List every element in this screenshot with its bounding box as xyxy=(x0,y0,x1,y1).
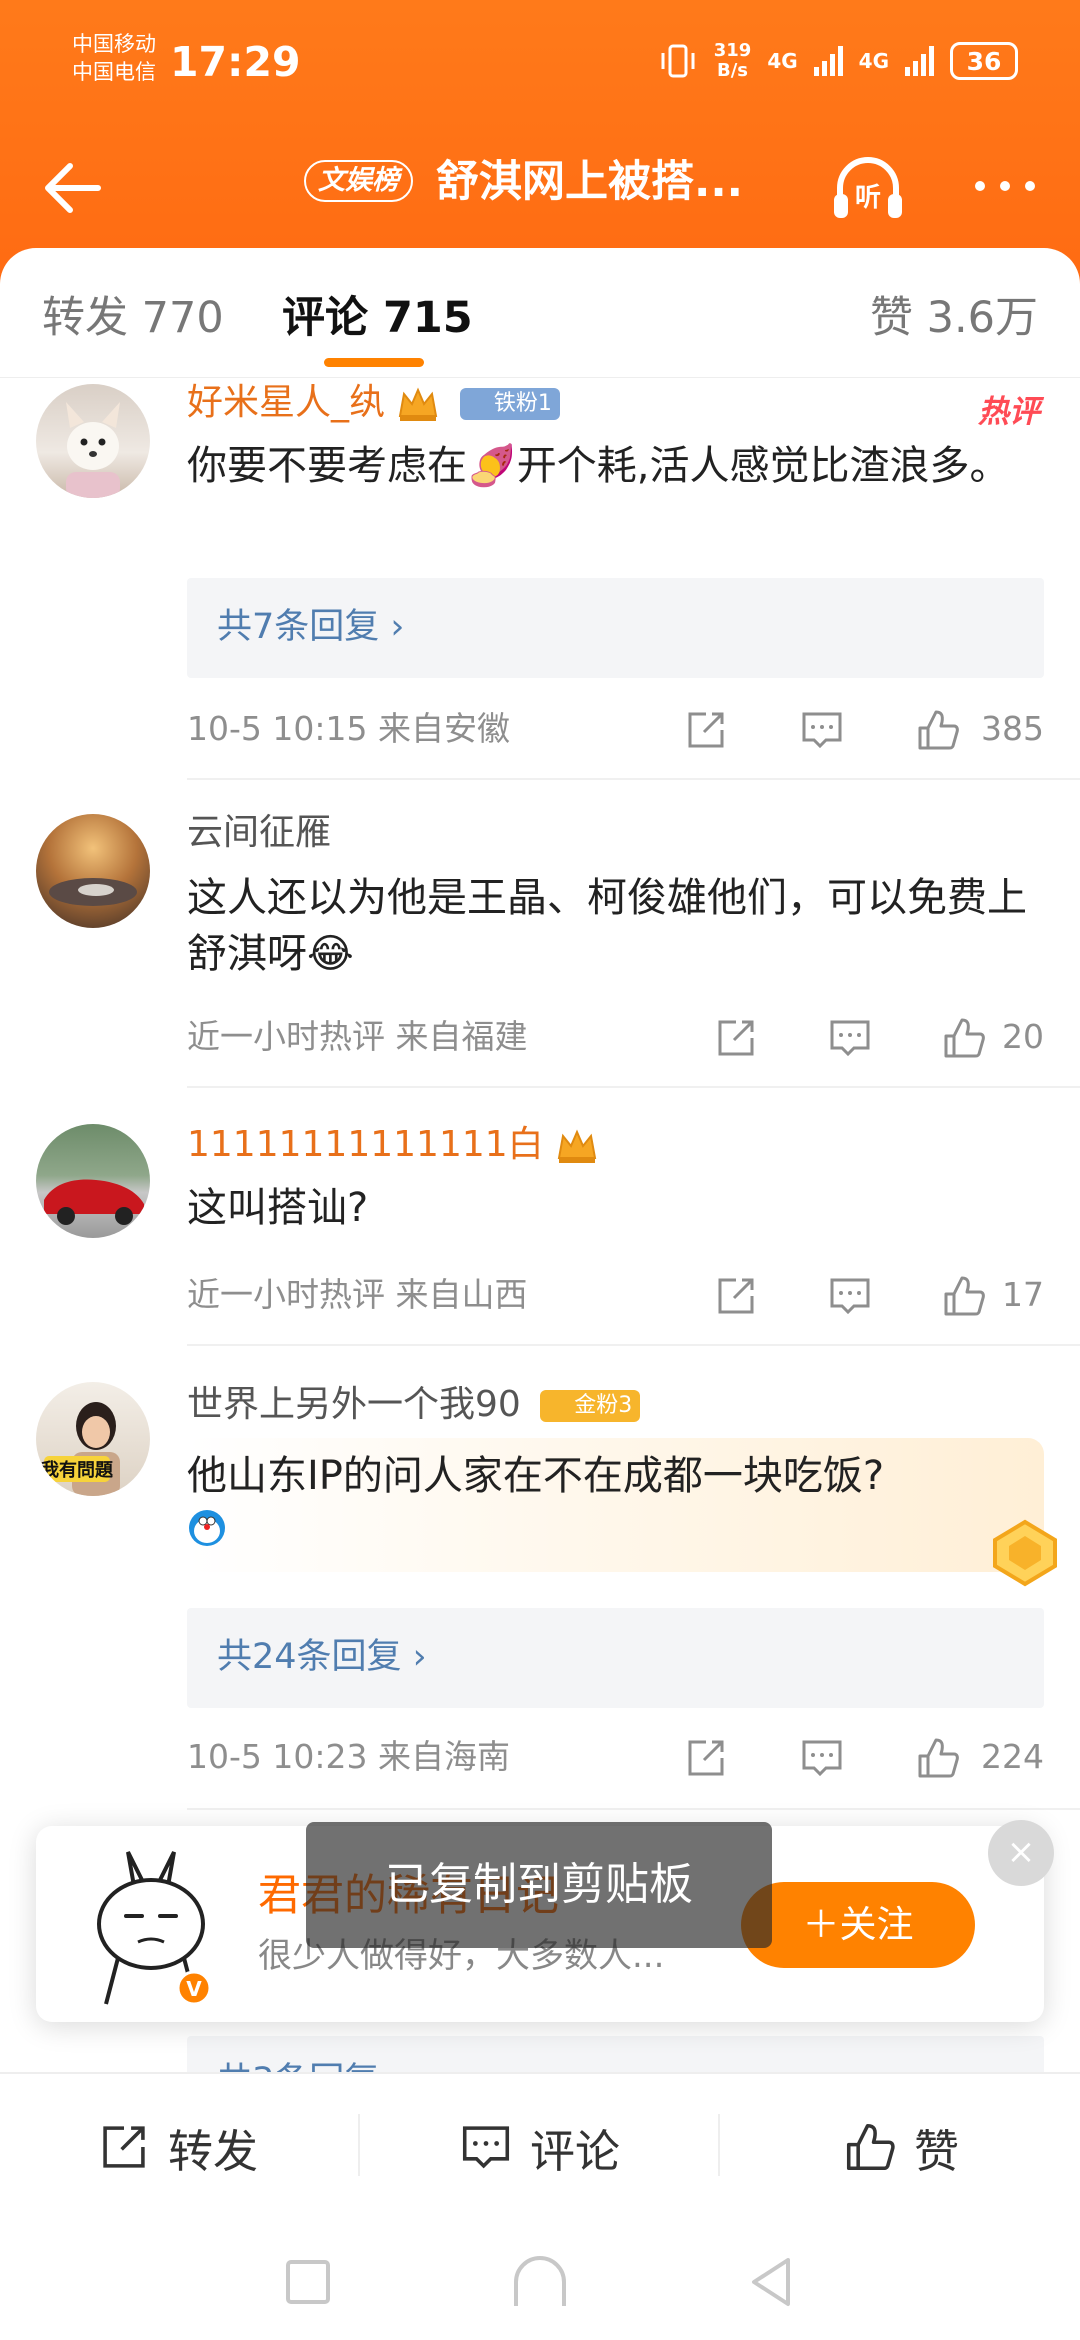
divider xyxy=(718,2114,720,2176)
share-icon xyxy=(103,2126,145,2168)
svg-text:我有問題: 我有問題 xyxy=(41,1459,114,1481)
comment-author[interactable]: 世界上另外一个我90 金粉3 xyxy=(187,1380,641,1430)
like-count: 385 xyxy=(981,709,1044,748)
comment-text: 这叫搭讪? xyxy=(187,1185,369,1231)
divider xyxy=(187,1344,1080,1346)
avatar[interactable] xyxy=(36,814,150,928)
fan-badge: 金粉3 xyxy=(540,1390,641,1422)
comment-author[interactable]: 云间征雁 xyxy=(187,808,331,858)
comment-text: 这人还以为他是王晶、柯俊雄他们，可以免费上舒淇呀😂 xyxy=(187,875,1027,977)
carrier-2: 中国电信 xyxy=(72,60,156,84)
gold-fan-medal-icon xyxy=(993,1519,1057,1587)
like-count: 17 xyxy=(1002,1275,1044,1314)
fan-badge: 铁粉1 xyxy=(459,388,560,420)
status-bar: 中国移动 中国电信 17:29 319 B/s 4G 4G 36 xyxy=(0,0,1080,125)
close-icon[interactable]: × xyxy=(988,1820,1054,1886)
avatar[interactable] xyxy=(36,384,150,498)
crown-icon xyxy=(557,1129,597,1163)
comment-meta: 10-5 10:23 来自海南 xyxy=(187,1737,510,1776)
divider xyxy=(187,1808,1080,1810)
repost-button[interactable]: 转发 xyxy=(98,2112,258,2182)
share-icon[interactable] xyxy=(714,1016,758,1060)
divider xyxy=(358,2114,360,2176)
comment-icon[interactable] xyxy=(800,708,844,752)
comment-meta: 近一小时热评 来自山西 xyxy=(187,1275,528,1314)
user-avatar-icon[interactable]: V xyxy=(76,1846,226,2006)
avatar[interactable] xyxy=(36,1124,150,1238)
comment-icon xyxy=(462,2126,510,2169)
avatar[interactable]: 我有問題 xyxy=(36,1382,150,1496)
share-icon[interactable] xyxy=(684,708,728,752)
back-arrow-icon[interactable] xyxy=(36,148,116,228)
comment-text: 他山东IP的问人家在不在成都一块吃饭? xyxy=(187,1453,885,1499)
like-icon[interactable] xyxy=(942,1274,986,1318)
signal-1-icon xyxy=(813,46,843,76)
comment-text: 你要不要考虑在🍠开个耗,活人感觉比渣浪多。 xyxy=(187,443,1010,489)
comment-actions: 385 xyxy=(684,702,1044,758)
like-count: 20 xyxy=(1002,1017,1044,1056)
status-time: 17:29 xyxy=(170,38,301,86)
reply-link[interactable]: 共7条回复 › xyxy=(217,600,404,654)
home-icon[interactable] xyxy=(510,2252,570,2312)
recents-icon[interactable] xyxy=(278,2252,338,2312)
share-icon[interactable] xyxy=(714,1274,758,1318)
like-count: 224 xyxy=(981,1737,1044,1776)
crown-icon xyxy=(399,387,438,421)
battery-icon: 36 xyxy=(950,42,1018,80)
tab-comment[interactable]: 评论 715 xyxy=(282,288,473,348)
comment-icon[interactable] xyxy=(828,1016,872,1060)
share-icon[interactable] xyxy=(684,1736,728,1780)
system-nav-bar xyxy=(0,2220,1080,2340)
reply-summary[interactable]: 共7条回复 › xyxy=(187,578,1044,678)
vibrate-icon xyxy=(661,44,695,78)
comment-actions: 17 xyxy=(714,1268,1044,1324)
reply-summary[interactable]: 共24条回复 › xyxy=(187,1608,1044,1708)
comment-actions: 224 xyxy=(684,1730,1044,1786)
divider xyxy=(187,1086,1080,1088)
status-icons: 319 B/s 4G 4G 36 xyxy=(658,40,1018,82)
toast-message: 已复制到剪贴板 xyxy=(306,1822,772,1948)
comment-author[interactable]: 好米星人_纨 铁粉1 xyxy=(187,378,560,428)
comment-author[interactable]: 11111111111111白 xyxy=(187,1120,599,1170)
comment-button[interactable]: 评论 xyxy=(460,2112,620,2182)
network-type-2: 4G xyxy=(858,49,889,73)
divider xyxy=(187,778,1080,780)
comment-tabs: 转发 770 评论 715 赞 3.6万 xyxy=(0,248,1080,378)
carrier-info: 中国移动 中国电信 xyxy=(72,30,156,86)
signal-2-icon xyxy=(905,46,934,76)
back-triangle-icon[interactable] xyxy=(742,2252,802,2312)
network-speed: 319 B/s xyxy=(713,40,752,81)
doraemon-emoji-icon xyxy=(189,1510,225,1546)
carrier-1: 中国移动 xyxy=(72,32,156,56)
like-icon[interactable] xyxy=(916,1736,960,1780)
more-icon[interactable] xyxy=(970,166,1040,206)
comment-icon[interactable] xyxy=(800,1736,844,1780)
hot-comment-tag: 热评 xyxy=(978,394,1040,430)
page-title: 舒淇网上被搭... xyxy=(436,157,744,207)
topic-badge[interactable]: 文娱榜 xyxy=(304,160,413,202)
nav-bar: 文娱榜 舒淇网上被搭... 听 xyxy=(0,130,1080,240)
tab-repost[interactable]: 转发 770 xyxy=(42,288,224,348)
like-button[interactable]: 赞 xyxy=(844,2112,959,2182)
svg-text:听: 听 xyxy=(855,183,881,213)
comment-meta: 10-5 10:15 来自安徽 xyxy=(187,709,510,748)
tab-likes[interactable]: 赞 3.6万 xyxy=(870,288,1038,348)
headphone-icon[interactable]: 听 xyxy=(828,148,908,228)
follow-button[interactable]: ＋关注 xyxy=(741,1882,975,1968)
svg-text:V: V xyxy=(186,1977,202,2001)
reply-link[interactable]: 共24条回复 › xyxy=(217,1630,427,1684)
comment-meta: 近一小时热评 来自福建 xyxy=(187,1017,528,1056)
comment-icon[interactable] xyxy=(828,1274,872,1318)
tab-active-indicator xyxy=(324,358,424,367)
like-icon xyxy=(846,2123,895,2171)
comment-actions: 20 xyxy=(714,1010,1044,1066)
network-type-1: 4G xyxy=(767,49,798,73)
like-icon[interactable] xyxy=(942,1016,986,1060)
like-icon[interactable] xyxy=(916,708,960,752)
bottom-action-bar: 转发 评论 赞 xyxy=(0,2072,1080,2220)
